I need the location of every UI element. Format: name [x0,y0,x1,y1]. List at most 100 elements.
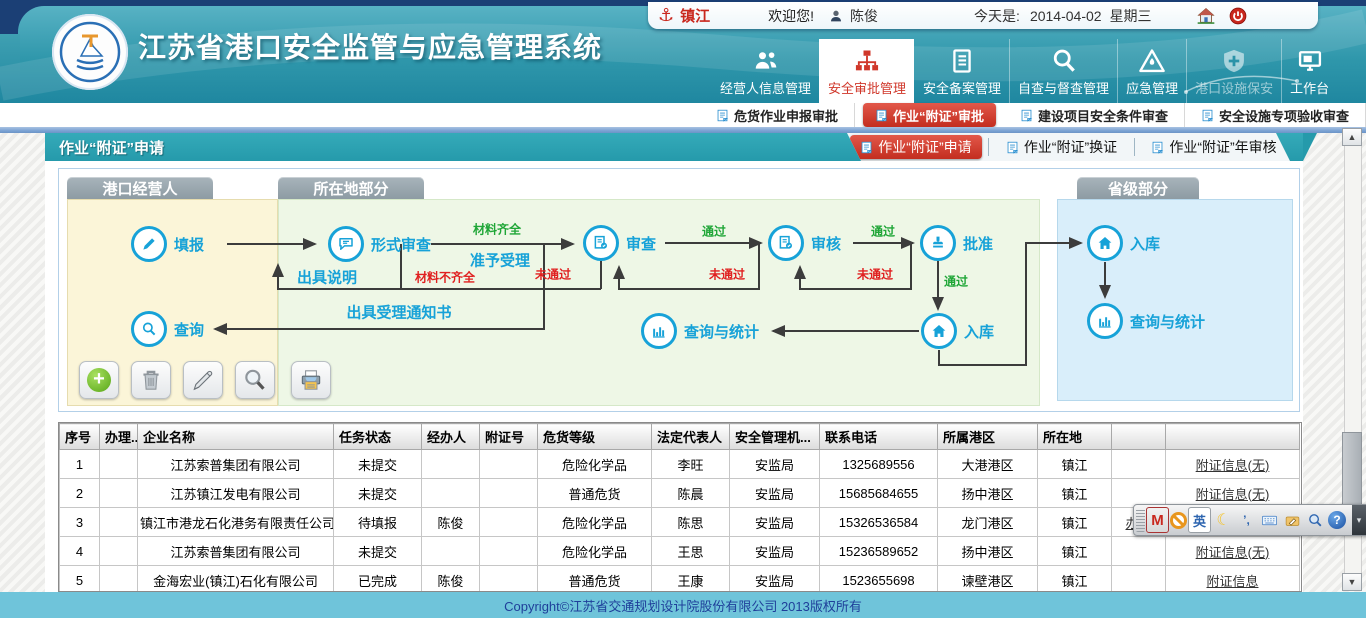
ime-language-bar[interactable]: M英☾’,? ▾ [1133,504,1366,536]
column-header[interactable]: 所属港区 [938,424,1038,450]
flow-node-label: 批准 [963,233,993,254]
soft-keyboard-icon[interactable] [1259,508,1280,532]
flow-label-chuju-tongzhishu: 出具受理通知书 [346,302,451,323]
column-header[interactable]: 法定代表人 [652,424,730,450]
table-row[interactable]: 3镇江市港龙石化港务有限责任公司待填报陈俊危险化学品陈思安监局153265365… [60,508,1300,537]
column-header[interactable] [1166,424,1300,450]
column-header[interactable]: 企业名称 [138,424,334,450]
help-icon[interactable]: ? [1328,511,1346,529]
column-header[interactable]: 所在地 [1038,424,1112,450]
table-row[interactable]: 1江苏索普集团有限公司未提交危险化学品李旺安监局1325689556大港港区镇江… [60,450,1300,479]
ime-search-icon[interactable] [1305,508,1326,532]
column-header[interactable]: 联系电话 [820,424,938,450]
flow-node-label: 形式审查 [371,234,431,255]
nav-item[interactable]: 安全备案管理 [914,39,1009,103]
punctuation-icon[interactable]: ’, [1236,508,1257,532]
scroll-down-button[interactable]: ▼ [1342,573,1362,591]
table-cell [480,508,538,537]
table-link[interactable]: 附证信息 [1206,574,1258,589]
logout-power-icon[interactable] [1228,6,1248,26]
column-header[interactable] [1112,424,1166,450]
ban-icon[interactable] [1170,512,1187,529]
table-link[interactable]: 附证信息(无) [1196,458,1270,473]
table-cell: 未提交 [334,450,422,479]
subnav-item[interactable]: 安全设施专项验收审查 [1185,103,1366,127]
subnav-item-label: 作业“附证”审批 [893,106,984,125]
table-cell: 江苏索普集团有限公司 [138,537,334,566]
search-button[interactable] [235,361,275,399]
table-cell: 1 [60,450,100,479]
tab[interactable]: 作业“附证”换证 [996,135,1127,159]
table-cell: 江苏索普集团有限公司 [138,450,334,479]
column-header[interactable]: 办理... [100,424,138,450]
language-toggle-icon[interactable]: 英 [1188,507,1211,533]
nav-item[interactable]: 自查与督查管理 [1009,39,1117,103]
table-cell: 陈晨 [652,479,730,508]
flow-node-circle [768,225,804,261]
table-cell: 安监局 [730,508,820,537]
column-header[interactable]: 任务状态 [334,424,422,450]
column-header[interactable]: 安全管理机... [730,424,820,450]
column-header[interactable]: 附证号 [480,424,538,450]
table-link[interactable]: 附证信息(无) [1196,545,1270,560]
keyboard-small-icon [1261,512,1278,529]
tab-strip: 作业“附证”申请 作业“附证”换证作业“附证”年审核 [847,133,1290,161]
subnav-item[interactable]: 建设项目安全条件审查 [1004,103,1185,127]
nav-item[interactable]: 港口设施保安 [1186,39,1281,103]
fullwidth-moon-icon[interactable]: ☾ [1213,508,1234,532]
column-header[interactable]: 危货等级 [538,424,652,450]
table-cell: 安监局 [730,537,820,566]
stamp-icon [929,234,947,252]
column-header[interactable]: 经办人 [422,424,480,450]
weekday-value: 星期三 [1110,6,1152,26]
handwriting-icon[interactable] [1282,508,1303,532]
flow-node-label: 审查 [626,233,656,254]
nav-item[interactable]: 安全审批管理 [819,39,914,103]
edit-button[interactable] [183,361,223,399]
flow-node-chaxun: 查询 [131,311,204,347]
chart-icon [650,322,668,340]
table-cell: 附证信息(无) [1166,450,1300,479]
table-cell: 未提交 [334,479,422,508]
topbar: ⚓ 镇江 欢迎您! 陈俊 今天是: 2014-04-02 星期三 [648,2,1318,29]
scrollbar-thumb[interactable] [1342,432,1362,505]
subnav-item[interactable]: 作业“附证”审批 [863,103,996,127]
table-row[interactable]: 4江苏索普集团有限公司未提交危险化学品王思安监局15236589652扬中港区镇… [60,537,1300,566]
add-button[interactable]: + [79,361,119,399]
ime-search-small-icon [1307,512,1324,529]
tab-label: 作业“附证”申请 [878,137,971,157]
nav-item[interactable]: 经营人信息管理 [712,39,819,103]
header: 江苏省港口安全监管与应急管理系统 ⚓ 镇江 欢迎您! 陈俊 今天是: 2014-… [0,0,1366,103]
chart-icon [1096,312,1114,330]
tab-separator [988,138,989,156]
nav-item[interactable]: 工作台 [1281,39,1337,103]
flow-node-label: 审核 [811,233,841,254]
print-button[interactable] [291,361,331,399]
flow-node-circle [920,225,956,261]
anchor-icon: ⚓ [658,5,674,26]
nav-item[interactable]: 应急管理 [1117,39,1186,103]
table-cell: 15236589652 [820,537,938,566]
tab[interactable]: 作业“附证”年审核 [1141,135,1286,159]
table-row[interactable]: 2江苏镇江发电有限公司未提交普通危货陈晨安监局15685684655扬中港区镇江… [60,479,1300,508]
ime-logo-icon[interactable]: M [1146,507,1169,533]
delete-button[interactable] [131,361,171,399]
search-icon [1050,47,1078,75]
column-header[interactable]: 序号 [60,424,100,450]
nav-item-label: 自查与督查管理 [1018,78,1109,97]
tab[interactable]: 作业“附证”申请 [850,135,981,159]
collapse-icon[interactable]: ▾ [1352,505,1366,535]
scroll-up-button[interactable]: ▲ [1342,128,1362,146]
flow-node-circle [131,311,167,347]
subnav-item[interactable]: 危货作业申报审批 [700,103,855,127]
table-row[interactable]: 5金海宏业(镇江)石化有限公司已完成陈俊普通危货王康安监局1523655698谏… [60,566,1300,593]
table-link[interactable]: 附证信息(无) [1196,487,1270,502]
drag-handle-icon[interactable] [1136,508,1145,532]
table-cell: 2 [60,479,100,508]
table-cell: 普通危货 [538,566,652,593]
home-icon[interactable] [1196,6,1216,26]
table-cell: 镇江 [1038,566,1112,593]
table-cell: 陈思 [652,508,730,537]
flow-node-ruku-prov: 入库 [1087,225,1160,261]
doc-small-icon [1201,109,1214,122]
